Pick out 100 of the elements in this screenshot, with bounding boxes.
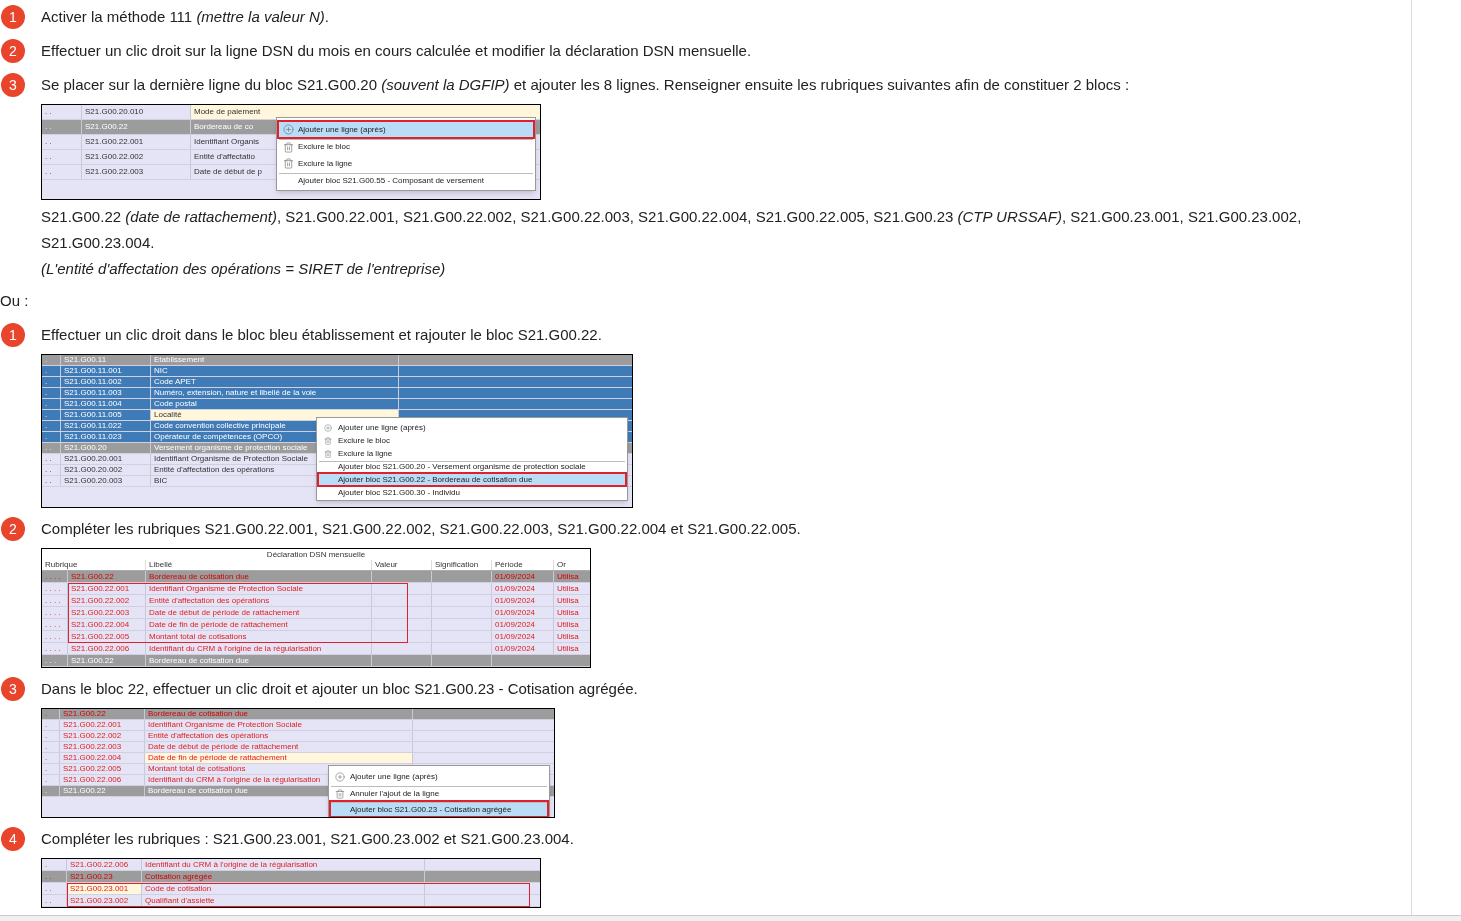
table-cell: 01/09/2024 [492, 571, 554, 582]
table-cell: S21.G00.22.006 [67, 859, 142, 870]
table-cell: S21.G00.23 [67, 871, 142, 882]
table-cell: . . [42, 895, 67, 906]
table-cell: Utilisa [554, 607, 590, 618]
table-cell: S21.G00.20.003 [61, 476, 151, 486]
table-cell: Cotisation agrégée [142, 871, 425, 882]
table-cell: Identifiant du CRM à l'origine de la régularisation [146, 643, 372, 654]
table-cell: S21.G00.11.022 [61, 421, 151, 431]
table-cell: S21.G00.22 [68, 655, 146, 666]
table-cell: . [42, 742, 60, 752]
table-cell: S21.G00.11.002 [61, 377, 151, 387]
table-cell: . . . . [42, 619, 68, 630]
table-cell: . . [42, 135, 82, 149]
table-cell: Etablissement [151, 355, 399, 365]
column-header: Rubrique [42, 560, 146, 570]
step-number: 4 [1, 827, 25, 851]
table-cell: . . [42, 443, 61, 453]
table-cell: S21.G00.22 [60, 709, 145, 719]
table-cell: Bordereau de cotisation due [146, 571, 372, 582]
step-text: Compléter les rubriques S21.G00.22.001, S21.G00.22.002, S21.G00.22.003, S21.G00.22.004 et S21.G00.22.005. [41, 518, 801, 539]
table-cell: Date de fin de période de rattachement [145, 753, 413, 763]
table-cell: S21.G00.20.002 [61, 465, 151, 475]
menu-item[interactable]: Ajouter bloc S21.G00.23 - Cotisation agrégée [331, 802, 547, 816]
step-number: 3 [1, 677, 25, 701]
trash-icon [324, 449, 332, 458]
table-cell: . [42, 421, 61, 431]
table-cell: Identifiant Organisme de Protection Sociale [145, 720, 413, 730]
step-text: Activer la méthode 111 (mettre la valeur N). [41, 6, 329, 27]
table-cell: S21.G00.22.002 [82, 150, 191, 164]
table-cell: . . . . [42, 631, 68, 642]
table-cell: Montant total de cotisations [146, 631, 372, 642]
table-cell: S21.G00.22.003 [82, 165, 191, 179]
column-header: Période [492, 560, 554, 570]
table-cell: Code APET [151, 377, 399, 387]
table-cell: Code postal [151, 399, 399, 409]
table-cell: S21.G00.11.003 [61, 388, 151, 398]
step-number: 3 [1, 73, 25, 97]
table-cell: . . . . [42, 595, 68, 606]
trash-icon [282, 141, 294, 153]
table-cell: . [42, 753, 60, 763]
table-cell: . . [42, 454, 61, 464]
table-cell: . [42, 731, 60, 741]
table-cell: S21.G00.22.003 [60, 742, 145, 752]
table-cell: 01/09/2024 [492, 607, 554, 618]
table-cell: . . [42, 150, 82, 164]
menu-item[interactable]: Ajouter bloc S21.G00.55 - Composant de versement [279, 173, 533, 188]
table-cell: S21.G00.22.004 [68, 619, 146, 630]
trash-icon [324, 436, 332, 445]
table-cell: . . [42, 165, 82, 179]
table-cell: . [42, 720, 60, 730]
column-header: Valeur [372, 560, 432, 570]
table-cell: . . [42, 465, 61, 475]
table-cell: 01/09/2024 [492, 619, 554, 630]
table-cell: Bordereau de cotisation due [145, 709, 413, 719]
note: (L'entité d'affectation des opérations = SIRET de l'entreprise) [41, 259, 447, 279]
step-number: 1 [1, 323, 25, 347]
table-cell: Identifiant du CRM à l'origine de la régularisation [142, 859, 425, 870]
table-cell: S21.G00.22 [60, 786, 145, 796]
table-cell: Numéro, extension, nature et libellé de la voie [151, 388, 399, 398]
step-text: Effectuer un clic droit sur la ligne DSN du mois en cours calculée et modifier la déclaration DSN mensuelle. [41, 40, 752, 61]
table-cell: Entité d'affectation des opérations [146, 595, 372, 606]
table-cell: Utilisa [554, 619, 590, 630]
paragraph: S21.G00.22 (date de rattachement), S21.G00.22.001, S21.G00.22.002, S21.G00.22.003, S21.G00.22.004, S21.G00.22.005, S21.G00.23 (CTP URSSAF), S21.G00.23.001, S21.G00.23.002, S21.G00.23.004. [41, 207, 1303, 253]
table-cell: . . . . [42, 571, 68, 582]
step-number: 2 [1, 39, 25, 63]
column-header: Libellé [146, 560, 372, 570]
table-cell: 01/09/2024 [492, 583, 554, 594]
table-cell: 01/09/2024 [492, 595, 554, 606]
table-cell: . [42, 410, 61, 420]
step-text: Se placer sur la dernière ligne du bloc S21.G00.20 (souvent la DGFIP) et ajouter les 8 lignes. Renseigner ensuite les rubriques suivantes afin de constituer 2 blocs : [41, 74, 1130, 95]
table-cell: S21.G00.22 [82, 120, 191, 134]
table-cell: Code de cotisation [142, 883, 425, 894]
table-cell: . [42, 377, 61, 387]
table-cell: S21.G00.22.005 [60, 764, 145, 774]
table-cell: Utilisa [554, 595, 590, 606]
table-cell: S21.G00.20 [61, 443, 151, 453]
table-cell: S21.G00.22.001 [82, 135, 191, 149]
table-cell: S21.G00.22 [68, 571, 146, 582]
step-number: 2 [1, 517, 25, 541]
table-cell: S21.G00.22.002 [68, 595, 146, 606]
table-cell: S21.G00.23.001 [67, 883, 142, 894]
table-cell: . [42, 764, 60, 774]
trash-icon [282, 158, 294, 169]
menu-item[interactable]: Exclure le bloc [279, 139, 533, 154]
table-cell: . . [42, 883, 67, 894]
menu-item[interactable]: Ajouter bloc S21.G00.30 - Individu [319, 487, 625, 498]
table-cell: S21.G00.11 [61, 355, 151, 365]
table-cell: . [42, 355, 61, 365]
table-cell: . . [42, 871, 67, 882]
menu-item[interactable]: Ajouter une ligne (après) [279, 122, 533, 137]
step-text: Dans le bloc 22, effectuer un clic droit et ajouter un bloc S21.G00.23 - Cotisation agrégée. [41, 678, 638, 699]
table-cell: . . . . [42, 607, 68, 618]
table-cell: . . . . [42, 583, 68, 594]
table-cell: Entité d'affectation des opérations [145, 731, 413, 741]
table-cell: Utilisa [554, 631, 590, 642]
table-cell: . [42, 786, 60, 796]
menu-item[interactable]: Ajouter bloc S21.G00.22 - Bordereau de cotisation due [319, 474, 625, 485]
table-cell: S21.G00.22.001 [68, 583, 146, 594]
table-cell: . [42, 709, 60, 719]
